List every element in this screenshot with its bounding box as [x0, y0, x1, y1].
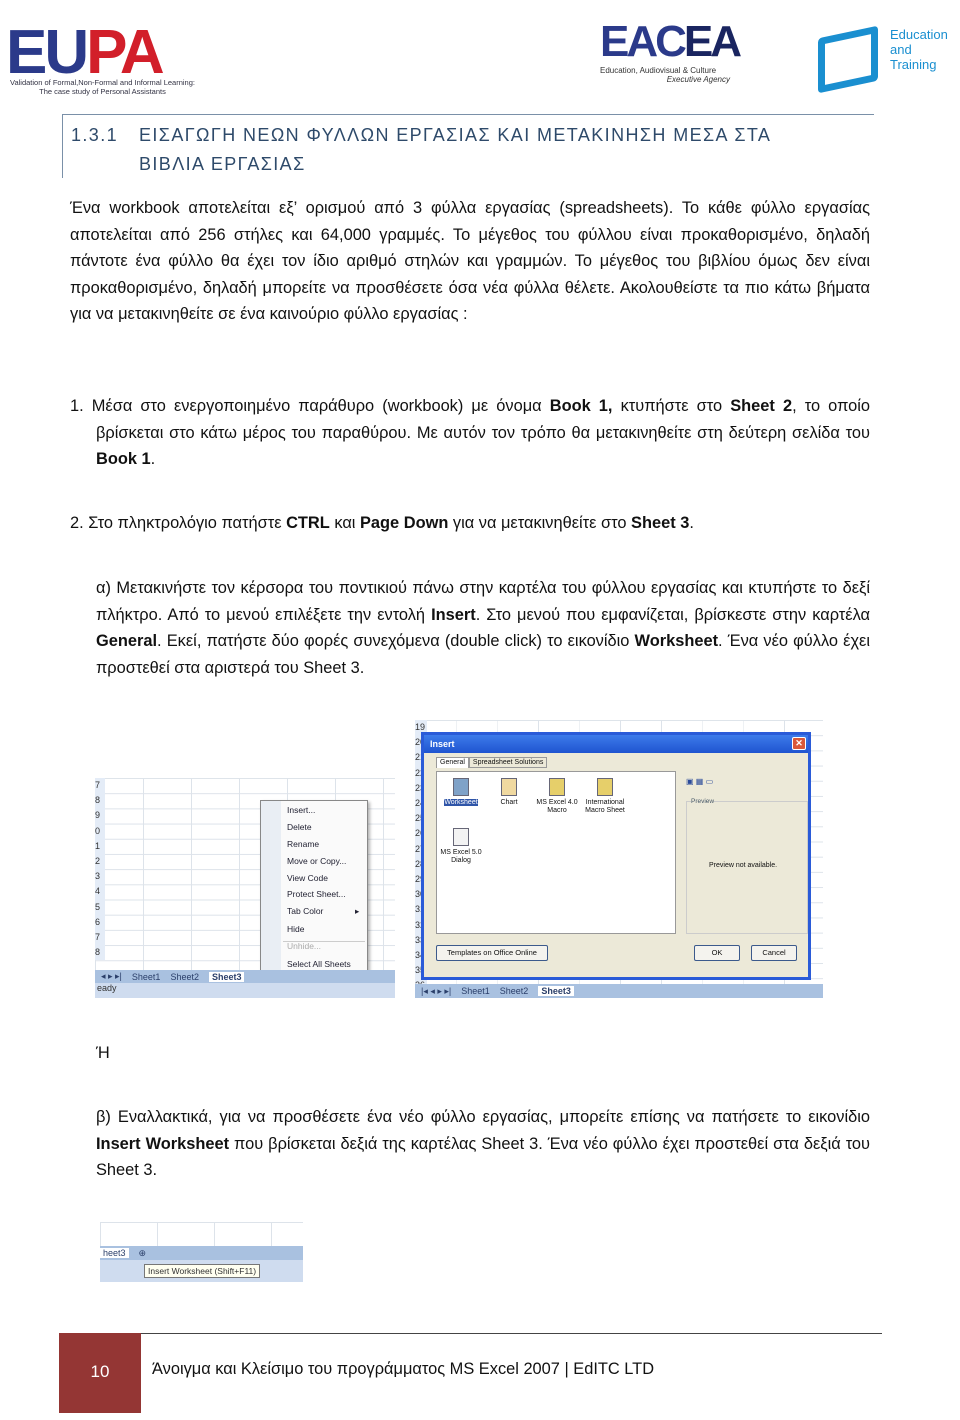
tab-sheet1[interactable]: Sheet1 [461, 986, 490, 996]
row-headers: 789012345678 [95, 778, 105, 961]
row-number[interactable]: 8 [95, 945, 105, 960]
sheet-tab-bar: ◂ ▸ ▸| Sheet1 Sheet2 Sheet3 [95, 970, 395, 983]
text-run: Ένα workbook αποτελείται εξ’ ορισμού από… [70, 199, 870, 324]
insert-worksheet-tooltip: Insert Worksheet (Shift+F11) [144, 1264, 261, 1278]
row-number[interactable]: 1 [95, 839, 105, 854]
icon-international-macro[interactable]: International Macro Sheet [583, 778, 627, 815]
menu-item-view-code[interactable]: View Code [287, 873, 328, 883]
text-run: Ή [96, 1044, 110, 1062]
icon-excel5-dialog[interactable]: MS Excel 5.0 Dialog [439, 828, 483, 865]
bold-term: Book 1 [96, 450, 151, 469]
tab-sheet2[interactable]: Sheet2 [500, 986, 529, 996]
text-run: 2. Στο πληκτρολόγιο πατήστε [70, 514, 287, 532]
bold-term: Book 1, [549, 397, 613, 415]
menu-item-protect-sheet[interactable]: Protect Sheet... [287, 889, 346, 899]
bold-term: Insert [431, 605, 476, 624]
text-run: . [150, 450, 156, 469]
row-number[interactable]: 5 [95, 900, 105, 915]
eupa-logo-eu: EU [6, 18, 89, 87]
tab-general[interactable]: General [436, 757, 469, 768]
row-number[interactable]: 7 [95, 778, 105, 793]
tab-sheet2[interactable]: Sheet2 [170, 972, 199, 982]
insert-worksheet-icon[interactable]: ⊕ [139, 1248, 147, 1259]
text-run: . Στο μενού που εμφανίζεται, βρίσκεστε σ… [475, 605, 870, 624]
eacea-logo: EACEA Education, Audiovisual & Culture E… [600, 17, 742, 85]
row-number[interactable]: 4 [95, 884, 105, 899]
icon-excel4-macro[interactable]: MS Excel 4.0 Macro [535, 778, 579, 815]
submenu-arrow-icon: ▸ [355, 906, 360, 916]
bold-term: Sheet 2 [730, 397, 793, 415]
row-number[interactable]: 2 [95, 854, 105, 869]
page-number: 10 [59, 1333, 141, 1413]
bold-term: Sheet 3 [631, 514, 690, 532]
footer-text: Άνοιγμα και Κλείσιμο του προγράμματος MS… [152, 1360, 655, 1378]
row-number[interactable]: 7 [95, 930, 105, 945]
icon-chart[interactable]: Chart [487, 778, 531, 807]
bold-term: Page Down [360, 514, 449, 532]
eupa-logo-pa: PA [86, 18, 165, 87]
eupa-tagline: Validation of Formal,Non-Formal and Info… [10, 78, 195, 96]
row-number[interactable]: 9 [95, 808, 105, 823]
icon-worksheet[interactable]: Worksheet [439, 778, 483, 807]
templates-online-button[interactable]: Templates on Office Online [436, 945, 548, 961]
footer-divider [140, 1333, 882, 1334]
or-text: Ή [96, 1040, 196, 1067]
text-run: β) Εναλλακτικά, για να προσθέσετε ένα νέ… [96, 1108, 870, 1126]
education-training-logo: Education and Training [812, 22, 958, 102]
bold-term: Worksheet [634, 632, 719, 651]
menu-item-unhide[interactable]: Unhide... [287, 941, 321, 951]
menu-item-hide[interactable]: Hide [287, 924, 304, 934]
tab-nav-arrows-icon[interactable]: ◂ ▸ ▸| [101, 971, 122, 982]
template-list: Worksheet Chart MS Excel 4.0 Macro Inter… [436, 771, 676, 934]
insert-dialog-screenshot: 1920212223242526272829303132333435363738… [415, 720, 823, 998]
close-icon[interactable]: ✕ [792, 737, 806, 750]
row-number[interactable]: 6 [95, 915, 105, 930]
text-run: . Εκεί, πατήστε δύο φορές συνεχόμενα (do… [157, 632, 635, 651]
text-run: για να μετακινηθείτε στο [448, 514, 632, 532]
tab-sheet3[interactable]: heet3 [100, 1248, 129, 1258]
sheet-tab-bar: |◂ ◂ ▸ ▸| Sheet1 Sheet2 Sheet3 [415, 984, 823, 998]
menu-item-rename[interactable]: Rename [287, 839, 319, 849]
step-2-paragraph: 2. Στο πληκτρολόγιο πατήστε CTRL και Pag… [70, 510, 870, 537]
preview-panel: Preview Preview not available. [686, 798, 808, 934]
bold-term: CTRL [286, 514, 330, 532]
step-1-paragraph: 1. Μέσα στο ενεργοποιημένο παράθυρο (wor… [70, 393, 870, 473]
view-mode-icons[interactable]: ▣ ▦ ▭ [686, 777, 713, 786]
tab-sheet3[interactable]: Sheet3 [538, 986, 574, 996]
step-a-paragraph: α) Μετακινήστε τον κέρσορα του ποντικιού… [96, 575, 870, 681]
eupa-logo: EUPA Validation of Formal,Non-Formal and… [6, 2, 195, 98]
bold-term: General [96, 632, 158, 651]
menu-item-insert[interactable]: Insert... [287, 805, 315, 815]
menu-item-tab-color[interactable]: Tab Color [287, 906, 323, 916]
row-number[interactable]: 0 [95, 824, 105, 839]
text-run: 1. Μέσα στο ενεργοποιημένο παράθυρο (wor… [70, 397, 550, 415]
tab-nav-arrows-icon[interactable]: |◂ ◂ ▸ ▸| [421, 986, 451, 997]
menu-item-move-or-copy[interactable]: Move or Copy... [287, 856, 346, 866]
menu-item-delete[interactable]: Delete [287, 822, 312, 832]
step-b-paragraph: β) Εναλλακτικά, για να προσθέσετε ένα νέ… [96, 1104, 870, 1184]
tab-sheet3[interactable]: Sheet3 [208, 971, 245, 982]
sheet-context-menu: Insert... Delete Rename Move or Copy... View… [260, 800, 368, 977]
text-run: και [329, 514, 360, 532]
insert-dialog: Insert ✕ General Spreadsheet Solutions Wo… [421, 732, 811, 980]
bold-term: Insert Worksheet [96, 1134, 230, 1153]
context-menu-screenshot: 789012345678 Insert... Delete Rename Move o… [95, 778, 395, 998]
row-number[interactable]: 8 [95, 793, 105, 808]
section-title: ΕΙΣΑΓΩΓΗ ΝΕΩΝ ΦΥΛΛΩΝ ΕΡΓΑΣΙΑΣ ΚΑΙ ΜΕΤΑΚΙ… [139, 125, 771, 174]
tab-spreadsheet-solutions[interactable]: Spreadsheet Solutions [468, 757, 548, 768]
insert-worksheet-screenshot: heet3 ⊕ Insert Worksheet (Shift+F11) [100, 1222, 303, 1282]
section-number: 1.3.1 [71, 125, 119, 145]
intro-paragraph: Ένα workbook αποτελείται εξ’ ορισμού από… [70, 195, 870, 328]
row-number[interactable]: 3 [95, 869, 105, 884]
cancel-button[interactable]: Cancel [751, 945, 797, 961]
tab-sheet1[interactable]: Sheet1 [132, 972, 161, 982]
section-heading: 1.3.1 ΕΙΣΑΓΩΓΗ ΝΕΩΝ ΦΥΛΛΩΝ ΕΡΓΑΣΙΑΣ ΚΑΙ … [62, 114, 874, 178]
status-bar: eady [95, 983, 395, 998]
monitor-icon [818, 25, 878, 94]
text-run: . [689, 514, 694, 532]
text-run: κτυπήστε στο [612, 397, 731, 415]
ok-button[interactable]: OK [694, 945, 740, 961]
dialog-title: Insert [430, 739, 455, 749]
menu-item-select-all-sheets[interactable]: Select All Sheets [287, 959, 351, 969]
